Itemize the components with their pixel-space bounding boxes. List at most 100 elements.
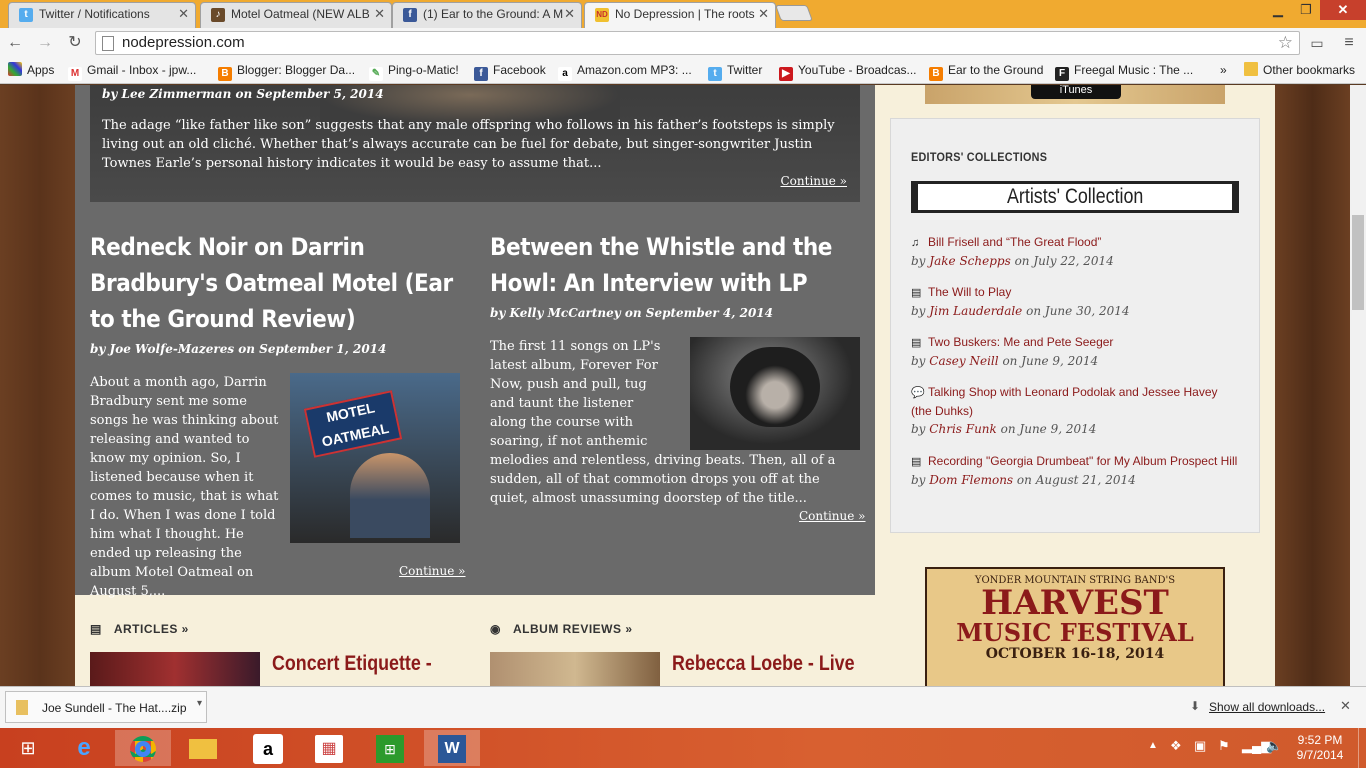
address-bar[interactable]: nodepression.com ☆ [95,31,1300,55]
minimize-icon[interactable]: ▁ [1264,0,1292,20]
review-title[interactable]: Rebecca Loebe - Live [672,652,855,676]
tray-app-icon[interactable]: ▣ [1194,738,1206,754]
dropbox-icon[interactable]: ❖ [1170,738,1182,754]
clock[interactable]: 9:52 PM 9/7/2014 [1290,733,1350,763]
youtube-icon: ▶ [779,67,793,81]
section-album-reviews[interactable]: ◉ ALBUM REVIEWS » [490,622,633,636]
bookmark-gmail[interactable]: M Gmail - Inbox - jpw... [68,62,196,81]
window-close-icon[interactable]: ✕ [1320,0,1366,20]
forward-icon[interactable]: → [34,32,56,54]
chevron-down-icon[interactable]: ▾ [197,698,202,709]
album-thumbnail[interactable] [490,652,660,686]
amazon-icon[interactable]: a [240,730,296,766]
word-icon[interactable]: W [424,730,480,766]
bookmark-youtube[interactable]: ▶ YouTube - Broadcas... [779,62,917,81]
article-title[interactable]: Between the Whistle and the Howl: An Int… [490,229,868,301]
collection-title[interactable]: Artists' Collection [911,181,1239,213]
close-icon[interactable]: ✕ [1340,698,1351,714]
tab-facebook[interactable]: f (1) Ear to the Ground: A M ✕ [392,2,582,28]
reload-icon[interactable]: ↻ [64,32,86,54]
volume-icon[interactable]: 🔈 [1266,738,1282,754]
store-icon[interactable]: ⊞ [362,730,418,766]
featured-stories-panel: by Lee Zimmerman on September 5, 2014 Th… [75,85,875,599]
author-link[interactable]: Jake Schepps [929,254,1010,268]
harvest-festival-ad[interactable]: YONDER MOUNTAIN STRING BAND'S HARVEST MU… [925,567,1225,686]
download-icon: ⬇ [1190,699,1201,713]
chrome-icon[interactable] [115,730,171,766]
apps-grid-icon[interactable]: ▦ [301,730,357,766]
scroll-thumb[interactable] [1352,215,1364,310]
nd-icon: ND [595,8,609,22]
download-item[interactable]: Joe Sundell - The Hat....zip ▾ [5,691,207,723]
motel-sign: MOTEL OATMEAL [303,390,403,458]
bookmark-twitter[interactable]: t Twitter [708,62,762,81]
collection-item[interactable]: 💬 Talking Shop with Leonard Podolak and J… [911,383,1231,438]
featured-continue-link[interactable]: Continue » [780,174,847,188]
star-icon[interactable]: ☆ [1278,32,1293,54]
bookmark-apps[interactable]: Apps [8,62,54,78]
close-icon[interactable]: ✕ [374,3,385,25]
collection-item[interactable]: ▤ Two Buskers: Me and Pete Seeger by Case… [911,333,1231,370]
bookmark-facebook[interactable]: f Facebook [474,62,546,81]
file-explorer-icon[interactable] [175,730,231,766]
author-link[interactable]: Chris Funk [929,422,997,436]
article-title[interactable]: Concert Etiquette - [272,652,432,676]
bookmark-overflow[interactable]: » [1220,62,1227,78]
concert-thumbnail[interactable] [90,652,260,686]
tray-up-icon[interactable]: ▲ [1148,740,1158,751]
show-all-downloads-link[interactable]: Show all downloads... [1209,700,1325,714]
show-desktop-button[interactable] [1358,728,1366,768]
tab-no-depression[interactable]: ND No Depression | The roots ✕ [584,2,776,28]
tab-motel-oatmeal[interactable]: ♪ Motel Oatmeal (NEW ALB ✕ [200,2,392,28]
item-title[interactable]: Bill Frisell and “The Great Flood” [928,235,1101,249]
article-lp-interview: Between the Whistle and the Howl: An Int… [490,229,860,320]
item-title[interactable]: Recording "Georgia Drumbeat" for My Albu… [928,454,1237,468]
panel-heading: EDITORS' COLLECTIONS [911,150,1048,164]
book-icon: ▤ [90,622,102,636]
freegal-icon: F [1055,67,1069,81]
featured-story: by Lee Zimmerman on September 5, 2014 Th… [90,85,860,202]
item-title[interactable]: The Will to Play [928,285,1011,299]
article-byline: by Kelly McCartney on September 4, 2014 [490,306,774,320]
article-title[interactable]: Redneck Noir on Darrin Bradbury's Oatmea… [90,229,477,337]
bookmark-amazon[interactable]: a Amazon.com MP3: ... [558,62,692,81]
close-icon[interactable]: ✕ [758,3,769,25]
item-title[interactable]: Talking Shop with Leonard Podolak and Je… [911,385,1218,418]
internet-explorer-icon[interactable]: e [56,730,112,766]
facebook-icon: f [474,67,488,81]
article2-continue-link[interactable]: Continue » [799,509,866,523]
item-title[interactable]: Two Buskers: Me and Pete Seeger [928,335,1113,349]
author-link[interactable]: Casey Neill [929,354,998,368]
new-tab-button[interactable] [775,5,813,21]
collection-item[interactable]: ▤ The Will to Play by Jim Lauderdale on J… [911,283,1231,320]
bookmark-blogger[interactable]: B Blogger: Blogger Da... [218,62,355,81]
book-icon: ▤ [911,456,922,468]
author-link[interactable]: Jim Lauderdale [929,304,1022,318]
page-content: by Lee Zimmerman on September 5, 2014 Th… [75,85,1275,686]
back-icon[interactable]: ← [4,32,26,54]
maximize-icon[interactable]: ❐ [1292,0,1320,20]
bookmark-pingomatic[interactable]: ✎ Ping-o-Matic! [369,62,459,81]
cast-icon[interactable]: ▭ [1306,32,1328,54]
close-icon[interactable]: ✕ [178,3,189,25]
close-icon[interactable]: ✕ [564,3,575,25]
facebook-icon: f [403,8,417,22]
bookmark-other[interactable]: Other bookmarks [1244,62,1355,78]
section-articles[interactable]: ▤ ARTICLES » [90,622,189,636]
start-icon[interactable]: ⊞ [0,730,56,766]
collection-item[interactable]: ♫ Bill Frisell and “The Great Flood” by J… [911,233,1231,270]
itunes-ad[interactable]: iTunes [925,85,1225,104]
blogger-icon: B [929,67,943,81]
tab-twitter[interactable]: t Twitter / Notifications ✕ [8,2,196,28]
article1-continue-link[interactable]: Continue » [399,564,466,578]
person-figure [350,453,430,538]
author-link[interactable]: Dom Flemons [929,473,1013,487]
collection-item[interactable]: ▤ Recording "Georgia Drumbeat" for My Alb… [911,452,1241,489]
menu-icon[interactable]: ≡ [1338,32,1360,54]
page-scrollbar[interactable] [1350,85,1366,686]
blogger-icon: B [218,67,232,81]
motel-oatmeal-album-image[interactable]: MOTEL OATMEAL [290,373,460,543]
bookmark-ear-to-the-ground[interactable]: B Ear to the Ground [929,62,1043,81]
flag-icon[interactable]: ⚑ [1218,738,1230,754]
bookmark-freegal[interactable]: F Freegal Music : The ... [1055,62,1193,81]
